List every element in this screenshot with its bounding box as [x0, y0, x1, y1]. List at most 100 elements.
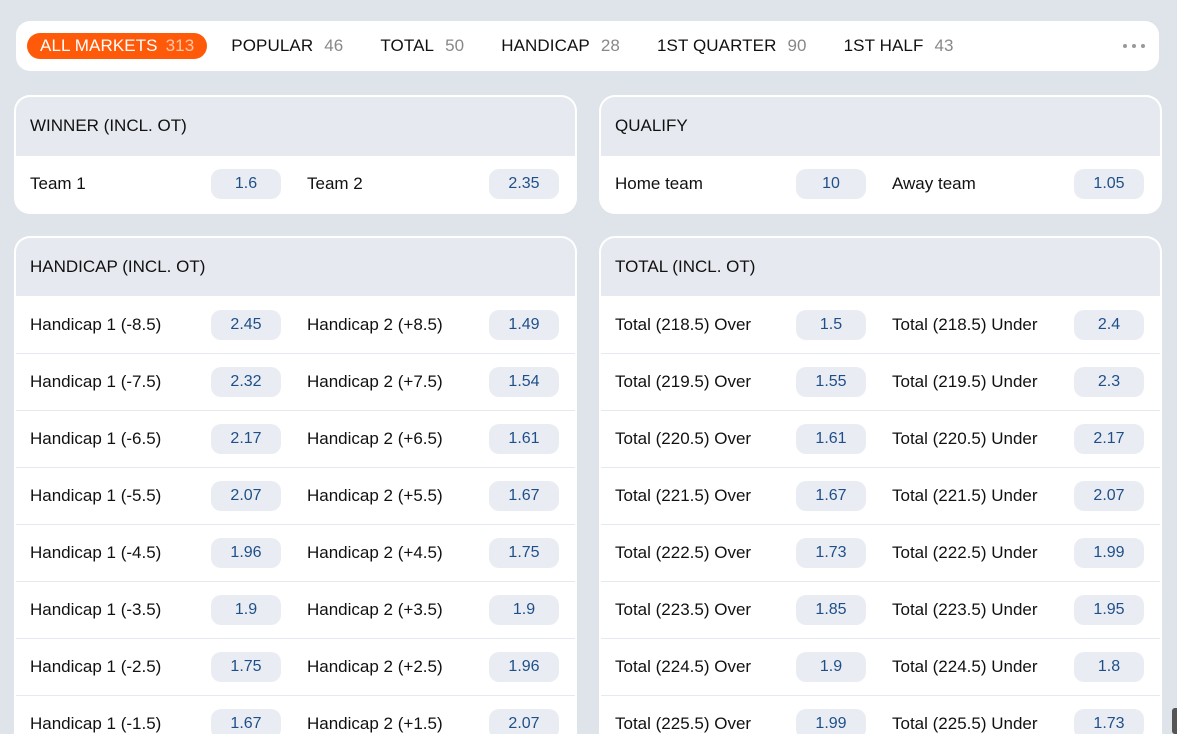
- outcome-button[interactable]: Total (225.5) Over 1.99: [601, 696, 879, 734]
- market-tabs-bar: ALL MARKETS 313 POPULAR 46 TOTAL 50 HAND…: [16, 21, 1159, 71]
- odds-value[interactable]: 1.6: [211, 169, 281, 199]
- outcome-button[interactable]: Total (225.5) Under 1.73: [879, 696, 1157, 734]
- odds-value[interactable]: 1.9: [211, 595, 281, 625]
- outcome-button[interactable]: Handicap 2 (+6.5) 1.61: [294, 411, 572, 467]
- outcome-name: Total (222.5) Under: [892, 543, 1038, 562]
- odds-value[interactable]: 1.8: [1074, 652, 1144, 682]
- outcome-button[interactable]: Total (220.5) Over 1.61: [601, 411, 879, 467]
- tab-popular[interactable]: POPULAR 46: [218, 33, 356, 59]
- outcome-button[interactable]: Handicap 1 (-2.5) 1.75: [16, 639, 294, 695]
- outcome-button[interactable]: Handicap 1 (-1.5) 1.67: [16, 696, 294, 734]
- odds-value[interactable]: 2.07: [211, 481, 281, 511]
- outcome-button[interactable]: Handicap 1 (-6.5) 2.17: [16, 411, 294, 467]
- odds-value[interactable]: 1.9: [796, 652, 866, 682]
- odds-value[interactable]: 1.61: [489, 424, 559, 454]
- outcome-button[interactable]: Total (223.5) Under 1.95: [879, 582, 1157, 638]
- outcome-button[interactable]: Total (219.5) Over 1.55: [601, 354, 879, 410]
- odds-value[interactable]: 1.55: [796, 367, 866, 397]
- odds-value[interactable]: 1.99: [1074, 538, 1144, 568]
- outcome-button[interactable]: Total (218.5) Over 1.5: [601, 296, 879, 353]
- odds-value[interactable]: 1.05: [1074, 169, 1144, 199]
- outcome-button[interactable]: Away team 1.05: [879, 156, 1157, 212]
- outcome-button[interactable]: Handicap 2 (+5.5) 1.67: [294, 468, 572, 524]
- outcome-name: Handicap 1 (-7.5): [30, 372, 162, 391]
- odds-value[interactable]: 1.67: [796, 481, 866, 511]
- outcome-button[interactable]: Total (220.5) Under 2.17: [879, 411, 1157, 467]
- market-row: Total (221.5) Over 1.67 Total (221.5) Unde…: [601, 467, 1160, 524]
- market-rows: Handicap 1 (-8.5) 2.45 Handicap 2 (+8.5) 1.…: [16, 296, 575, 734]
- market-row: Handicap 1 (-4.5) 1.96 Handicap 2 (+4.5) 1.…: [16, 524, 575, 581]
- outcome-button[interactable]: Handicap 2 (+4.5) 1.75: [294, 525, 572, 581]
- odds-value[interactable]: 1.85: [796, 595, 866, 625]
- odds-value[interactable]: 1.54: [489, 367, 559, 397]
- outcome-button[interactable]: Handicap 2 (+8.5) 1.49: [294, 296, 572, 353]
- market-row: Total (222.5) Over 1.73 Total (222.5) Unde…: [601, 524, 1160, 581]
- outcome-button[interactable]: Handicap 1 (-7.5) 2.32: [16, 354, 294, 410]
- odds-value[interactable]: 1.61: [796, 424, 866, 454]
- outcome-name: Total (225.5) Under: [892, 714, 1038, 733]
- outcome-button[interactable]: Total (222.5) Over 1.73: [601, 525, 879, 581]
- outcome-name: Handicap 1 (-5.5): [30, 486, 162, 505]
- outcome-button[interactable]: Handicap 2 (+7.5) 1.54: [294, 354, 572, 410]
- odds-value[interactable]: 10: [796, 169, 866, 199]
- outcome-name: Handicap 1 (-1.5): [30, 714, 162, 733]
- odds-value[interactable]: 1.99: [796, 709, 866, 734]
- odds-value[interactable]: 2.3: [1074, 367, 1144, 397]
- tab-total[interactable]: TOTAL 50: [367, 33, 477, 59]
- outcome-name: Handicap 1 (-2.5): [30, 657, 162, 676]
- market-row: Total (219.5) Over 1.55 Total (219.5) Unde…: [601, 353, 1160, 410]
- scrollbar-thumb[interactable]: [1172, 708, 1177, 734]
- odds-value[interactable]: 1.96: [211, 538, 281, 568]
- outcome-button[interactable]: Handicap 1 (-8.5) 2.45: [16, 296, 294, 353]
- odds-value[interactable]: 2.07: [1074, 481, 1144, 511]
- outcome-button[interactable]: Home team 10: [601, 156, 879, 212]
- tab-1st-half[interactable]: 1ST HALF 43: [831, 33, 967, 59]
- outcome-name: Handicap 1 (-8.5): [30, 314, 162, 334]
- odds-value[interactable]: 1.73: [796, 538, 866, 568]
- outcome-button[interactable]: Handicap 2 (+1.5) 2.07: [294, 696, 572, 734]
- odds-value[interactable]: 1.75: [489, 538, 559, 568]
- outcome-button[interactable]: Team 1 1.6: [16, 156, 294, 212]
- more-horizontal-icon[interactable]: [1123, 39, 1145, 53]
- outcome-button[interactable]: Total (218.5) Under 2.4: [879, 296, 1157, 353]
- tab-handicap[interactable]: HANDICAP 28: [488, 33, 633, 59]
- tab-count: 50: [445, 36, 465, 55]
- odds-value[interactable]: 2.4: [1074, 309, 1144, 340]
- outcome-name: Total (224.5) Over: [615, 657, 752, 676]
- odds-value[interactable]: 2.45: [211, 309, 281, 340]
- outcome-button[interactable]: Total (224.5) Over 1.9: [601, 639, 879, 695]
- odds-value[interactable]: 1.49: [489, 309, 559, 340]
- odds-value[interactable]: 1.9: [489, 595, 559, 625]
- outcome-button[interactable]: Total (221.5) Over 1.67: [601, 468, 879, 524]
- outcome-button[interactable]: Handicap 1 (-3.5) 1.9: [16, 582, 294, 638]
- outcome-button[interactable]: Handicap 2 (+3.5) 1.9: [294, 582, 572, 638]
- odds-value[interactable]: 2.17: [1074, 424, 1144, 454]
- tab-count: 46: [324, 36, 344, 55]
- outcome-button[interactable]: Total (224.5) Under 1.8: [879, 639, 1157, 695]
- odds-value[interactable]: 1.96: [489, 652, 559, 682]
- outcome-button[interactable]: Handicap 2 (+2.5) 1.96: [294, 639, 572, 695]
- outcome-button[interactable]: Team 2 2.35: [294, 156, 572, 212]
- odds-value[interactable]: 1.5: [796, 309, 866, 340]
- odds-value[interactable]: 1.95: [1074, 595, 1144, 625]
- outcome-button[interactable]: Total (223.5) Over 1.85: [601, 582, 879, 638]
- odds-value[interactable]: 1.73: [1074, 709, 1144, 734]
- outcome-name: Handicap 2 (+5.5): [307, 486, 443, 505]
- odds-value[interactable]: 2.35: [489, 169, 559, 199]
- outcome-button[interactable]: Total (222.5) Under 1.99: [879, 525, 1157, 581]
- odds-value[interactable]: 2.17: [211, 424, 281, 454]
- odds-value[interactable]: 2.07: [489, 709, 559, 734]
- odds-value[interactable]: 1.67: [489, 481, 559, 511]
- outcome-button[interactable]: Total (219.5) Under 2.3: [879, 354, 1157, 410]
- odds-value[interactable]: 1.67: [211, 709, 281, 734]
- outcome-button[interactable]: Handicap 1 (-5.5) 2.07: [16, 468, 294, 524]
- odds-value[interactable]: 2.32: [211, 367, 281, 397]
- odds-value[interactable]: 1.75: [211, 652, 281, 682]
- market-row: Handicap 1 (-6.5) 2.17 Handicap 2 (+6.5) 1.…: [16, 410, 575, 467]
- outcome-name: Team 2: [307, 174, 363, 193]
- outcome-button[interactable]: Handicap 1 (-4.5) 1.96: [16, 525, 294, 581]
- outcome-button[interactable]: Total (221.5) Under 2.07: [879, 468, 1157, 524]
- tab-1st-quarter[interactable]: 1ST QUARTER 90: [644, 33, 820, 59]
- tab-all-markets[interactable]: ALL MARKETS 313: [27, 33, 208, 59]
- outcome-name: Team 1: [30, 174, 86, 193]
